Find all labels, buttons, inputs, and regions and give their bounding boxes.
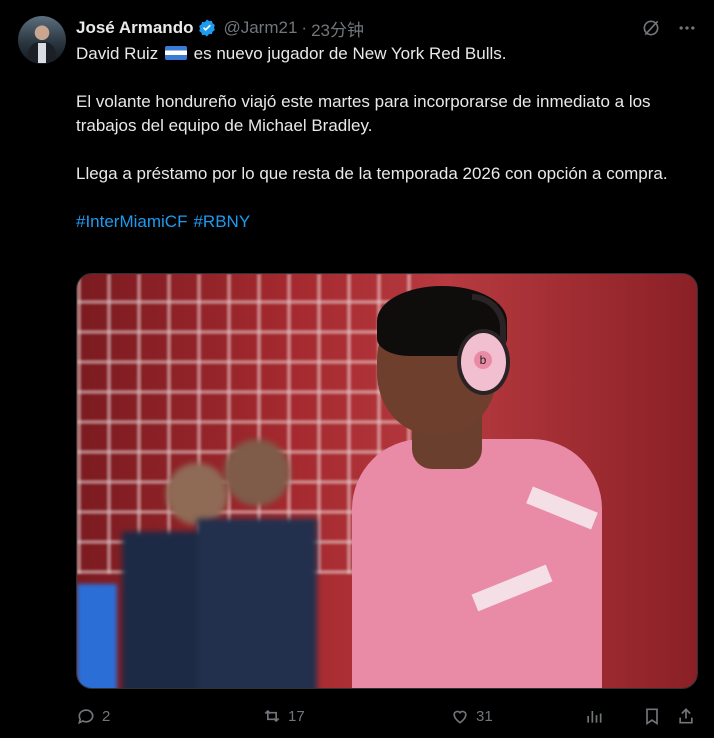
tweet-photo[interactable]: b — [76, 273, 698, 689]
tweet-header: José Armando @Jarm21 · 23分钟 — [76, 16, 698, 40]
player-name-text: David Ruiz — [76, 44, 159, 63]
retweet-count: 17 — [288, 707, 305, 725]
tweet-line-1-rest: es nuevo jugador de New York Red Bulls. — [193, 44, 507, 63]
avatar-shirt — [38, 43, 46, 63]
hashtag-rbny[interactable]: #RBNY — [193, 212, 250, 231]
background-figure-blue — [77, 584, 117, 688]
author-handle[interactable]: @Jarm21 — [223, 18, 297, 38]
bookmark-icon — [646, 708, 658, 726]
share-icon — [679, 708, 693, 724]
reply-icon — [78, 709, 94, 725]
headphone-logo: b — [474, 351, 492, 369]
hashtags: #InterMiamiCF #RBNY — [76, 210, 696, 234]
verified-badge-icon — [197, 18, 217, 38]
post-time[interactable]: 23分钟 — [311, 16, 364, 41]
background-person-2 — [197, 424, 317, 688]
tweet-line-1: David Ruiz es nuevo jugador de New York … — [76, 42, 696, 66]
shirt-stripe — [471, 564, 553, 612]
author-avatar[interactable] — [18, 16, 66, 64]
reply-button[interactable]: 2 — [76, 706, 110, 726]
views-button[interactable] — [584, 706, 604, 726]
headphone-earcup: b — [457, 329, 510, 395]
retweet-icon — [264, 709, 280, 723]
tweet-paragraph-3: Llega a préstamo por lo que resta de la … — [76, 164, 668, 183]
share-button[interactable] — [676, 706, 696, 726]
grok-icon[interactable] — [640, 17, 662, 39]
hashtag-intermiami[interactable]: #InterMiamiCF — [76, 212, 187, 231]
header-actions — [640, 17, 698, 39]
shirt-stripe — [526, 486, 598, 530]
reply-count: 2 — [102, 707, 111, 725]
separator-dot: · — [301, 18, 308, 37]
tweet-text: David Ruiz es nuevo jugador de New York … — [76, 42, 696, 258]
more-icon[interactable] — [676, 17, 698, 39]
tweet-paragraph-2: El volante hondureño viajó este martes p… — [76, 92, 651, 135]
views-icon — [587, 711, 602, 723]
heart-icon — [453, 710, 467, 724]
bookmark-button[interactable] — [642, 706, 662, 726]
author-name[interactable]: José Armando — [76, 18, 193, 38]
player-pink-shirt — [352, 439, 602, 688]
like-count: 31 — [476, 707, 493, 725]
like-button[interactable]: 31 — [450, 706, 493, 726]
honduras-flag-icon — [164, 46, 187, 60]
retweet-button[interactable]: 17 — [262, 706, 305, 726]
tweet-actions: 2 17 31 — [76, 704, 696, 728]
